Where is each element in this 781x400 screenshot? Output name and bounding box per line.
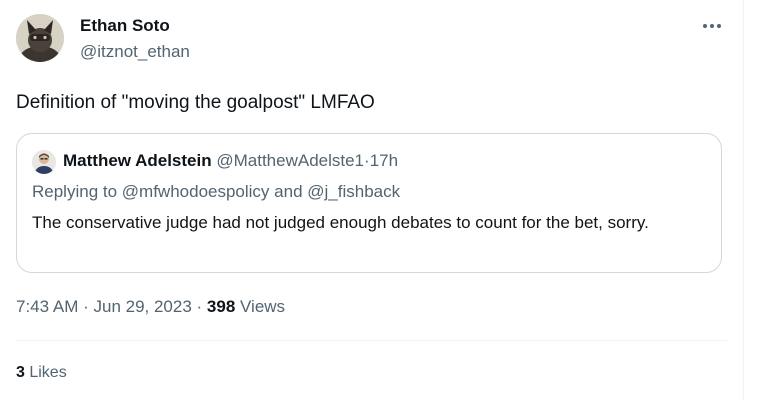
meta-separator: · [78, 297, 94, 316]
quote-avatar [32, 150, 56, 174]
mention-link[interactable]: @j_fishback [307, 182, 400, 201]
views-label: Views [235, 297, 286, 316]
replying-and: and [269, 182, 308, 201]
more-horizontal-icon [703, 24, 721, 28]
quote-avatar-image [32, 150, 56, 174]
quote-text: The conservative judge had not judged en… [32, 213, 649, 232]
column-divider [743, 0, 744, 400]
tweet-meta: 7:43 AM · Jun 29, 2023 · 398 Views [16, 297, 285, 317]
more-options-button[interactable] [694, 12, 730, 40]
avatar-image [16, 14, 64, 62]
divider [16, 340, 727, 341]
quote-time: 17h [369, 151, 399, 170]
author-handle[interactable]: @itznot_ethan [80, 42, 190, 62]
meta-separator: · [191, 297, 207, 316]
quote-author-name: Matthew Adelstein [63, 151, 212, 170]
tweet-detail: Ethan Soto @itznot_ethan Definition of "… [0, 0, 743, 400]
likes-label: Likes [24, 364, 67, 381]
quote-author-handle: @MatthewAdelste1 [216, 151, 365, 170]
quote-tweet-card[interactable]: Matthew Adelstein @MatthewAdelste1·17h R… [16, 133, 722, 273]
views-count: 398 [206, 297, 236, 316]
tweet-text: Definition of "moving the goalpost" LMFA… [16, 92, 375, 113]
quote-header: Matthew Adelstein @MatthewAdelste1·17h [63, 151, 398, 171]
replying-prefix: Replying to [32, 182, 122, 201]
likes-link[interactable]: 3 Likes [16, 364, 67, 382]
likes-count: 3 [16, 364, 25, 381]
author-name[interactable]: Ethan Soto [80, 16, 170, 36]
mention-link[interactable]: @mfwhodoespolicy [122, 182, 270, 201]
tweet-date[interactable]: Jun 29, 2023 [93, 297, 191, 316]
tweet-time[interactable]: 7:43 AM [16, 297, 78, 316]
avatar[interactable] [16, 14, 64, 62]
quote-replying-to: Replying to @mfwhodoespolicy and @j_fish… [32, 182, 400, 202]
